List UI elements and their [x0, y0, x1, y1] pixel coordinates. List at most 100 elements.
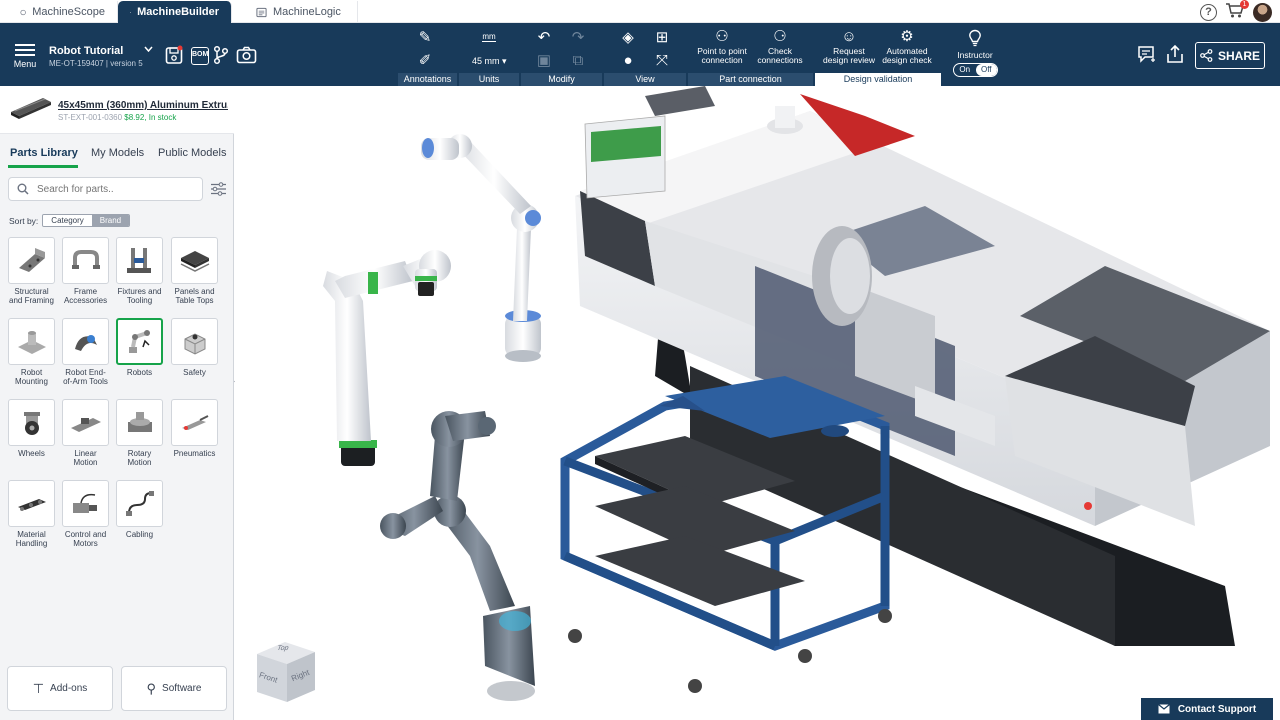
main-toolbar: Menu Robot Tutorial ME-OT-159407 | versi…: [0, 23, 1280, 86]
project-dropdown-icon[interactable]: [144, 46, 153, 52]
category-wheels[interactable]: Wheels: [8, 399, 55, 458]
request-review-button[interactable]: Request design review: [820, 47, 878, 65]
group-label-units: Units: [459, 73, 519, 86]
category-frame-accessories[interactable]: Frame Accessories: [62, 237, 109, 305]
ungroup-icon[interactable]: ⧉: [567, 51, 589, 69]
safety-icon: [184, 332, 205, 355]
contact-support-label: Contact Support: [1177, 703, 1257, 715]
parts-search[interactable]: [8, 177, 203, 201]
robot-mount-icon: [17, 330, 46, 354]
view-cube-icon[interactable]: ◈: [617, 28, 639, 46]
menu-label: Menu: [13, 59, 37, 69]
group-icon[interactable]: ▣: [533, 51, 555, 69]
software-button[interactable]: ⚲ Software: [121, 666, 227, 711]
category-cabling[interactable]: Cabling: [116, 480, 163, 539]
lightbulb-icon: [969, 29, 981, 47]
annotate-icon[interactable]: ✎: [414, 28, 436, 46]
units-dropdown[interactable]: mm: [477, 28, 501, 46]
tab-parts-library[interactable]: Parts Library: [10, 147, 78, 159]
addons-button[interactable]: ⊤ Add-ons: [7, 666, 113, 711]
request-review-icon[interactable]: ☺: [838, 27, 860, 45]
automated-check-button[interactable]: Automated design check: [878, 47, 936, 65]
group-label-part-connection: Part connection: [688, 73, 813, 86]
filter-icon[interactable]: [210, 182, 227, 196]
camera-icon[interactable]: [236, 46, 257, 64]
point-to-point-button[interactable]: Point to point connection: [692, 47, 752, 65]
automated-check-icon[interactable]: ⚙: [896, 27, 918, 45]
group-label-design-validation: Design validation: [815, 73, 941, 86]
avatar[interactable]: [1253, 2, 1272, 22]
sort-category[interactable]: Category: [43, 215, 92, 226]
category-robots[interactable]: Robots: [116, 318, 163, 377]
robot-arm-grey[interactable]: [380, 411, 535, 701]
category-label: Cabling: [125, 530, 154, 539]
fit-view-icon[interactable]: ⤧: [651, 51, 673, 69]
redo-icon[interactable]: ↷: [567, 28, 589, 46]
category-label: Panels and Table Tops: [174, 287, 215, 305]
tab-my-models[interactable]: My Models: [91, 147, 144, 159]
instructor-toggle[interactable]: On Off: [953, 63, 998, 77]
addons-icon: ⊤: [32, 680, 45, 696]
category-label: Material Handling: [15, 530, 48, 548]
cart-count-badge: 1: [1240, 0, 1249, 9]
measure-icon[interactable]: ✐: [414, 51, 436, 69]
units-icon: mm: [482, 32, 496, 42]
point-to-point-icon[interactable]: ⚇: [711, 27, 733, 45]
branch-icon[interactable]: [213, 45, 229, 65]
view-cube[interactable]: Top Front Right: [253, 636, 319, 706]
menu-button[interactable]: Menu: [13, 41, 37, 69]
library-tabs: Parts Library My Models Public Models: [0, 144, 234, 168]
gripper-icon: [74, 334, 97, 351]
tab-machinescope[interactable]: MachineScope: [8, 1, 118, 23]
robot-arm-blue[interactable]: [421, 134, 541, 362]
bom-icon[interactable]: BOM: [191, 47, 209, 65]
undo-icon[interactable]: ↶: [533, 28, 555, 46]
search-input[interactable]: [37, 183, 187, 195]
help-icon[interactable]: ?: [1200, 3, 1217, 21]
cart-button[interactable]: 1: [1225, 0, 1249, 22]
category-label: Control and Motors: [64, 530, 107, 548]
category-material-handling[interactable]: Material Handling: [8, 480, 55, 548]
hamburger-icon: [13, 44, 37, 56]
3d-viewport[interactable]: Top Front Right: [235, 86, 1280, 720]
tab-machinelogic[interactable]: MachineLogic: [244, 1, 358, 23]
category-fixtures-and-tooling[interactable]: Fixtures and Tooling: [116, 237, 163, 305]
share-icon: [1200, 49, 1213, 62]
export-icon[interactable]: [1166, 44, 1184, 64]
selected-part-name[interactable]: 45x45mm (360mm) Aluminum Extru...: [58, 100, 228, 111]
category-rotary-motion[interactable]: Rotary Motion: [116, 399, 163, 467]
project-title[interactable]: Robot Tutorial: [49, 45, 123, 57]
sort-brand[interactable]: Brand: [91, 215, 130, 226]
tab-public-models[interactable]: Public Models: [158, 147, 226, 159]
hierarchy-icon[interactable]: ⊞: [651, 28, 673, 46]
category-linear-motion[interactable]: Linear Motion: [62, 399, 109, 467]
linear-rail-icon: [70, 417, 101, 432]
wheel-icon: [23, 411, 40, 435]
contact-support-button[interactable]: Contact Support: [1141, 698, 1273, 720]
category-safety[interactable]: Safety: [171, 318, 218, 377]
category-label: Robot End-of-Arm Tools: [63, 368, 108, 386]
share-button[interactable]: SHARE: [1195, 42, 1265, 69]
grid-size-select[interactable]: 45 mm ▾: [472, 56, 507, 67]
category-robot-mounting[interactable]: Robot Mounting: [8, 318, 55, 386]
sort-by: Sort by: Category Brand: [9, 214, 131, 227]
save-icon[interactable]: [165, 45, 183, 65]
comments-icon[interactable]: [1137, 45, 1157, 64]
motor-icon: [72, 493, 97, 513]
category-label: Pneumatics: [173, 449, 216, 458]
rotary-table-icon: [127, 411, 152, 432]
group-label-annotations: Annotations: [398, 73, 457, 86]
robot-arm-icon: [128, 329, 150, 353]
selected-part-card[interactable]: 45x45mm (360mm) Aluminum Extru... ST-EXT…: [0, 86, 234, 134]
sort-label: Sort by:: [9, 215, 39, 226]
category-pneumatics[interactable]: Pneumatics: [171, 399, 218, 458]
check-connections-icon[interactable]: ⚆: [769, 27, 791, 45]
category-robot-end-of-arm-tools[interactable]: Robot End-of-Arm Tools: [62, 318, 109, 386]
instructor-label: Instructor: [957, 50, 993, 60]
check-connections-button[interactable]: Check connections: [755, 47, 805, 65]
render-icon[interactable]: ●: [617, 51, 639, 69]
category-panels-and-table-tops[interactable]: Panels and Table Tops: [171, 237, 218, 305]
category-control-and-motors[interactable]: Control and Motors: [62, 480, 109, 548]
category-structural-and-framing[interactable]: Structural and Framing: [8, 237, 55, 305]
tab-machinebuilder[interactable]: MachineBuilder: [118, 1, 232, 23]
